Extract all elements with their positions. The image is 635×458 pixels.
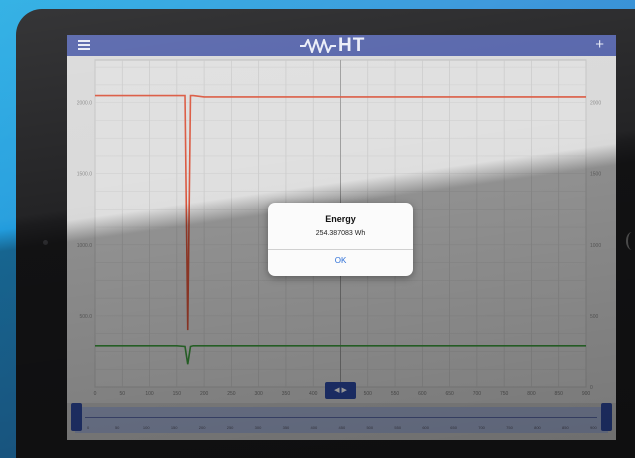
y-left-tick-label: 2000.0 [77, 101, 93, 107]
x-tick-label: 550 [391, 391, 400, 397]
x-tick-label: 700 [473, 391, 482, 397]
x-tick-label: 800 [527, 391, 536, 397]
scroller-tick-label: 50 [114, 425, 120, 430]
scroller-tick-label: 500 [366, 425, 374, 430]
scroller-right-handle[interactable] [601, 403, 612, 431]
logo-text: HT [338, 35, 366, 56]
energy-dialog: Energy 254.387083 Wh OK [268, 203, 413, 276]
y-right-tick-label: 2000 [590, 101, 601, 107]
dialog-separator [268, 249, 413, 250]
y-right-tick-label: 1500 [590, 172, 601, 178]
x-tick-label: 850 [555, 391, 564, 397]
pan-arrows-button[interactable]: ◀ ▶ [325, 382, 356, 399]
x-tick-label: 750 [500, 391, 509, 397]
y-left-tick-label: 1500.0 [77, 172, 93, 178]
x-tick-label: 900 [582, 391, 591, 397]
waveform-logo-icon [300, 39, 336, 53]
y-right-tick-label: 1000 [590, 243, 601, 249]
dialog-title: Energy [325, 214, 356, 224]
y-left-tick-label: 1000.0 [77, 243, 93, 249]
scroller-tick-label: 450 [338, 425, 346, 430]
x-tick-label: 300 [254, 391, 263, 397]
y-left-tick-label: 500.0 [79, 314, 92, 320]
scroller-tick-label: 600 [422, 425, 430, 430]
ok-button[interactable]: OK [268, 256, 413, 265]
left-right-arrows-icon: ◀ ▶ [334, 387, 347, 394]
scroller-tick-label: 350 [282, 425, 290, 430]
scroller-tick-label: 200 [198, 425, 206, 430]
scroller-tick-label: 550 [394, 425, 402, 430]
tablet-camera [43, 240, 48, 245]
scroller-tick-label: 850 [562, 425, 569, 430]
scroller-tick-label: 750 [506, 425, 513, 430]
scroller-axis [85, 417, 597, 418]
y-right-tick-label: 0 [590, 385, 593, 391]
plus-icon[interactable]: + [595, 36, 604, 53]
x-tick-label: 600 [418, 391, 427, 397]
x-tick-label: 250 [227, 391, 236, 397]
x-tick-label: 150 [173, 391, 182, 397]
x-tick-label: 500 [364, 391, 373, 397]
x-tick-label: 50 [119, 391, 125, 397]
x-tick-label: 200 [200, 391, 209, 397]
scroller-tick-label: 300 [254, 425, 262, 430]
dialog-message: 254.387083 Wh [315, 230, 366, 237]
scroller-tick-label: 0 [87, 425, 90, 430]
scroller-tick-label: 150 [170, 425, 178, 430]
scroller-tick-label: 100 [142, 425, 150, 430]
scroller-tick-label: 250 [226, 425, 234, 430]
scroller-tick-label: 400 [310, 425, 318, 430]
x-tick-label: 650 [445, 391, 454, 397]
scroller-tick-label: 700 [478, 425, 485, 430]
scroller-tick-label: 800 [534, 425, 541, 430]
hamburger-icon[interactable] [78, 40, 90, 51]
tablet-edge [626, 232, 635, 250]
x-tick-label: 0 [94, 391, 97, 397]
y-right-tick-label: 500 [590, 314, 599, 320]
x-tick-label: 400 [309, 391, 318, 397]
scroller-tick-label: 900 [590, 425, 597, 430]
timeline-scroller[interactable]: 0 50 100 150 200 250 300 350 400 450 500 550 600 650 7… [67, 403, 616, 440]
scroller-left-handle[interactable] [71, 403, 82, 431]
x-tick-label: 100 [145, 391, 154, 397]
x-tick-label: 350 [282, 391, 291, 397]
scroller-tick-label: 650 [450, 425, 457, 430]
top-bar: HT + [67, 35, 616, 56]
